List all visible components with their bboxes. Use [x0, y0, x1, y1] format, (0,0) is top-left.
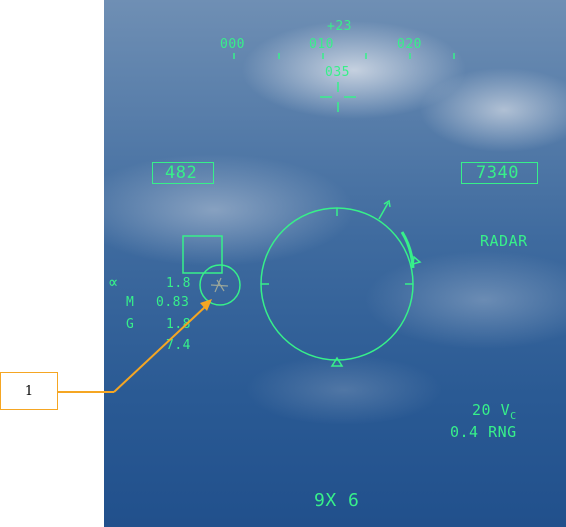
- target-aircraft-icon: [210, 277, 229, 293]
- callout-label: 1: [24, 383, 34, 399]
- radar-range-circle: [260, 207, 414, 361]
- max-range-caret: [412, 255, 422, 266]
- hud-symbology: [104, 53, 455, 393]
- callout-label-box: 1: [0, 372, 58, 410]
- hud-view: +23 000 010 020 035 482 7340 RADAR ∝ 1.8…: [104, 0, 566, 527]
- callout-arrow: [104, 299, 212, 393]
- range-arc: [400, 231, 415, 269]
- azimuth-pointer: [378, 202, 389, 220]
- callout-leader: [58, 391, 108, 393]
- target-designator-box: [182, 235, 223, 274]
